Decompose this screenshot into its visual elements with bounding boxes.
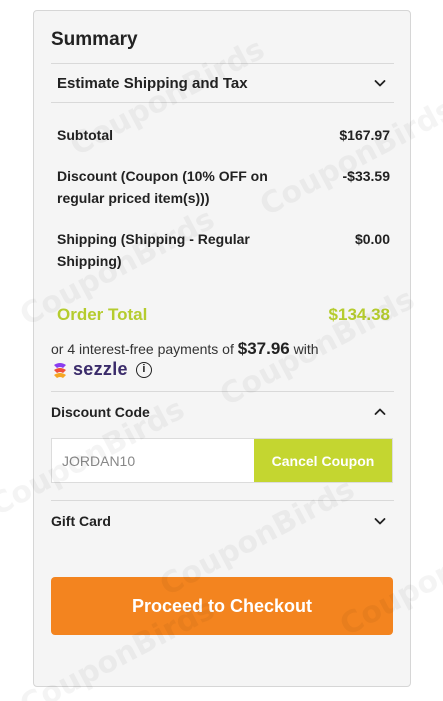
gift-card-label: Gift Card: [51, 512, 111, 529]
discount-label: Discount (Coupon (10% OFF on regular pri…: [57, 168, 268, 206]
estimate-shipping-toggle[interactable]: Estimate Shipping and Tax: [51, 63, 394, 103]
sezzle-wordmark: sezzle: [73, 359, 128, 379]
sezzle-brand: sezzle i: [51, 359, 152, 380]
sezzle-prefix: or 4 interest-free payments of: [51, 341, 234, 357]
subtotal-value: $167.97: [339, 127, 390, 143]
estimate-shipping-label: Estimate Shipping and Tax: [57, 74, 248, 92]
proceed-to-checkout-button[interactable]: Proceed to Checkout: [51, 577, 393, 635]
discount-row: Discount (Coupon (10% OFF on regular pri…: [57, 165, 390, 209]
sezzle-suffix: with: [293, 341, 319, 357]
order-total-row: Order Total $134.38: [57, 305, 390, 325]
order-total-label: Order Total: [57, 305, 148, 324]
info-icon[interactable]: i: [135, 361, 152, 378]
shipping-row: Shipping (Shipping - Regular Shipping) $…: [57, 228, 390, 272]
subtotal-label: Subtotal: [57, 127, 113, 143]
discount-code-label: Discount Code: [51, 403, 150, 420]
gift-card-toggle[interactable]: Gift Card: [51, 500, 394, 540]
sezzle-installment-amount: $37.96: [237, 339, 290, 358]
summary-title: Summary: [51, 29, 138, 50]
coupon-form: Cancel Coupon: [51, 438, 393, 483]
coupon-code-input[interactable]: [52, 439, 254, 482]
shipping-value: $0.00: [354, 231, 390, 247]
shipping-label: Shipping (Shipping - Regular Shipping): [57, 231, 250, 269]
chevron-down-icon: [372, 513, 388, 529]
chevron-up-icon: [372, 404, 388, 420]
sezzle-logo-icon: [54, 362, 66, 378]
order-total-value: $134.38: [328, 305, 390, 324]
discount-code-toggle[interactable]: Discount Code: [51, 391, 394, 431]
cancel-coupon-button[interactable]: Cancel Coupon: [254, 439, 392, 482]
order-summary-panel: Summary Estimate Shipping and Tax Subtot…: [33, 10, 411, 687]
subtotal-row: Subtotal $167.97: [57, 124, 390, 146]
chevron-down-icon: [372, 75, 388, 91]
sezzle-installments-text: or 4 interest-free payments of $37.96 wi…: [51, 339, 319, 359]
discount-value: -$33.59: [342, 168, 390, 184]
